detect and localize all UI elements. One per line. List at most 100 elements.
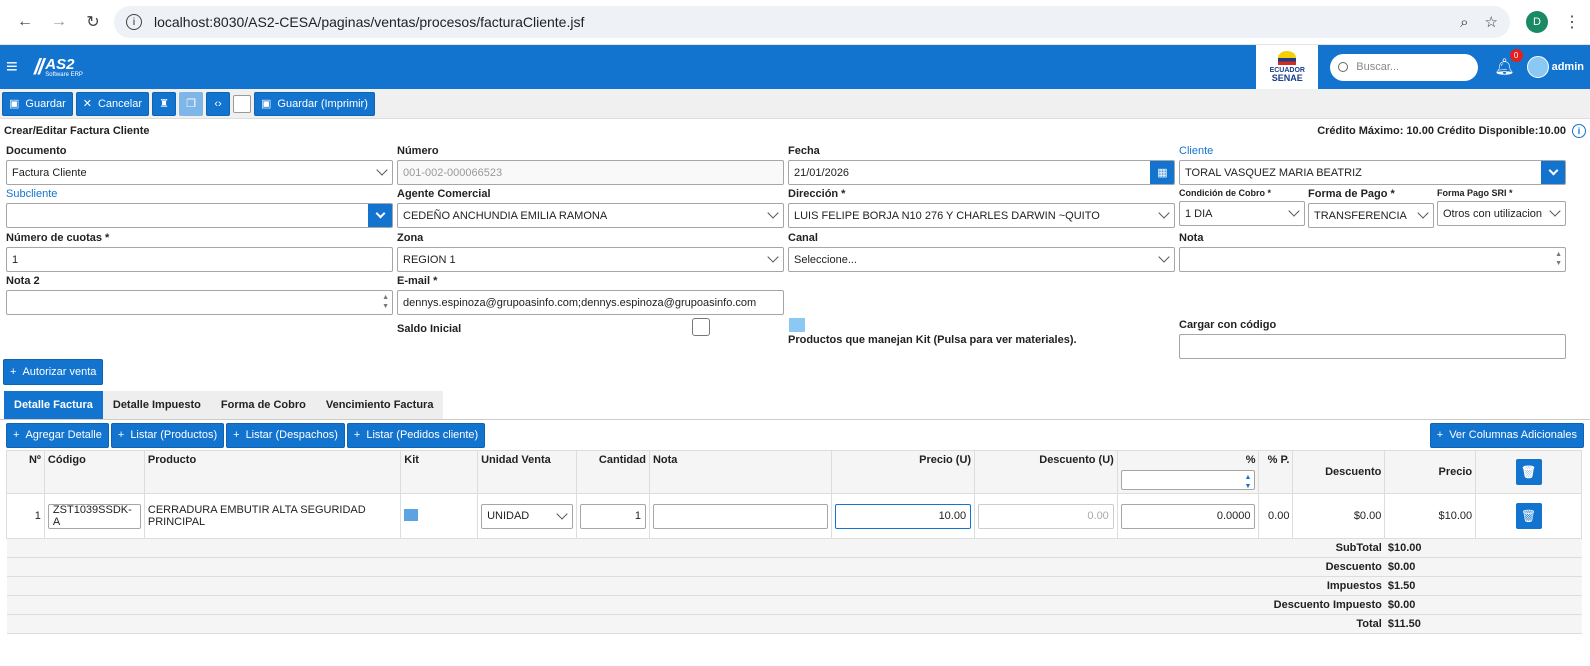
forma-sri-field: Forma Pago SRI * Otros con utilizacion xyxy=(1437,188,1566,226)
ecuador-seal-icon xyxy=(1278,51,1297,65)
ver-columnas-button[interactable]: + Ver Columnas Adicionales xyxy=(1429,422,1584,448)
impuestos-value: $1.50 xyxy=(1384,576,1476,596)
search-placeholder: Buscar... xyxy=(1356,61,1400,73)
zona-select[interactable]: REGION 1 xyxy=(397,247,784,272)
col-unidad: Unidad Venta xyxy=(477,450,578,494)
trash-icon[interactable]: 🗑︎ xyxy=(1515,459,1542,485)
subcliente-label[interactable]: Subcliente xyxy=(6,188,393,200)
pct-header-label: % xyxy=(1245,454,1256,466)
browser-menu-icon[interactable]: ⋮ xyxy=(1562,12,1582,32)
textarea-scroll-icon[interactable]: ▲ ▼ xyxy=(1555,250,1562,268)
back-icon[interactable]: ← xyxy=(8,7,42,37)
canal-select[interactable]: Seleccione... xyxy=(788,247,1175,272)
app-logo[interactable]: // AS2 Software ERP xyxy=(34,54,83,80)
credit-info: Crédito Máximo: 10.00 Crédito Disponible… xyxy=(1317,125,1566,137)
zoom-icon[interactable]: ⌕ xyxy=(1460,14,1468,31)
textarea-scroll-icon[interactable]: ▲ ▼ xyxy=(382,293,389,311)
chevron-down-icon xyxy=(556,507,568,520)
email-input[interactable]: dennys.espinoza@grupoasinfo.com;dennys.e… xyxy=(397,290,784,315)
subcliente-field: Subcliente xyxy=(6,188,393,228)
chevron-down-icon xyxy=(1288,205,1300,217)
toolbar-checkbox[interactable] xyxy=(233,94,252,113)
codigo-input[interactable]: ZST1039SSDK-A xyxy=(47,503,141,529)
cargar-codigo-input[interactable] xyxy=(1179,334,1566,359)
cliente-label[interactable]: Cliente xyxy=(1179,145,1566,157)
save-button[interactable]: ▣ Guardar xyxy=(2,91,73,116)
forma-sri-select[interactable]: Otros con utilizacion xyxy=(1437,201,1566,226)
total-value: $11.50 xyxy=(1384,614,1476,634)
save-print-button[interactable]: ▣ Guardar (Imprimir) xyxy=(254,91,375,116)
chevron-down-icon xyxy=(376,164,388,176)
agente-select[interactable]: CEDEÑO ANCHUNDIA EMILIA RAMONA xyxy=(397,203,784,228)
saldo-inicial-field: Saldo Inicial xyxy=(397,323,597,338)
unidad-select[interactable]: UNIDAD xyxy=(481,503,574,529)
chevron-down-icon xyxy=(1417,207,1429,219)
subcliente-autocomplete[interactable] xyxy=(6,203,393,228)
page-title-bar: Crear/Editar Factura Cliente Crédito Máx… xyxy=(0,119,1590,143)
total-row-descuento-impuesto: Descuento Impuesto $0.00 xyxy=(6,595,1582,615)
direccion-select[interactable]: LUIS FELIPE BORJA N10 276 Y CHARLES DARW… xyxy=(788,203,1175,228)
nota-input[interactable] xyxy=(652,503,829,529)
calendar-icon[interactable]: ▦ xyxy=(1150,161,1174,184)
copy-button[interactable]: ❐ xyxy=(179,91,204,116)
condicion-select[interactable]: 1 DIA xyxy=(1179,201,1305,226)
forma-pago-select[interactable]: TRANSFERENCIA xyxy=(1308,203,1434,228)
fecha-input[interactable]: 21/01/2026 ▦ xyxy=(788,160,1175,185)
dropdown-button[interactable] xyxy=(368,204,392,227)
col-producto: Producto xyxy=(143,450,402,494)
hamburger-menu-icon[interactable]: ≡ xyxy=(6,56,28,79)
saldo-inicial-checkbox[interactable] xyxy=(692,318,710,336)
tab-forma-cobro[interactable]: Forma de Cobro xyxy=(210,391,316,419)
tab-detalle-impuesto[interactable]: Detalle Impuesto xyxy=(102,391,211,419)
nota2-textarea[interactable]: ▲ ▼ xyxy=(6,290,393,315)
reload-icon[interactable]: ↻ xyxy=(76,7,110,37)
tab-detalle-factura[interactable]: Detalle Factura xyxy=(4,391,103,419)
user-avatar[interactable] xyxy=(1526,56,1549,78)
pct-header-input[interactable]: ▲ ▼ xyxy=(1120,470,1256,491)
cancel-button[interactable]: ✕ Cancelar xyxy=(75,91,150,116)
detail-tabs: Detalle Factura Detalle Impuesto Forma d… xyxy=(0,390,1590,420)
descuento-u-input[interactable]: 0.00 xyxy=(978,503,1114,529)
forma-pago-field: Forma de Pago * TRANSFERENCIA xyxy=(1308,188,1434,228)
listar-productos-button[interactable]: + Listar (Productos) xyxy=(110,422,225,448)
cantidad-input[interactable]: 1 xyxy=(580,503,646,529)
kit-legend-swatch[interactable] xyxy=(789,318,805,332)
chevron-down-icon xyxy=(1548,165,1559,176)
tab-vencimiento-factura[interactable]: Vencimiento Factura xyxy=(315,391,444,419)
forward-icon[interactable]: → xyxy=(42,7,76,37)
pct-input[interactable]: 0.0000 xyxy=(1120,503,1256,529)
documento-select[interactable]: Factura Cliente xyxy=(6,160,393,185)
print-sign-button[interactable]: ♜ xyxy=(152,91,177,116)
nota-textarea[interactable]: ▲ ▼ xyxy=(1179,247,1566,272)
pct-spinner-icon[interactable]: ▲ ▼ xyxy=(1245,473,1252,491)
listar-despachos-button[interactable]: + Listar (Despachos) xyxy=(226,422,345,448)
cliente-autocomplete[interactable]: TORAL VASQUEZ MARIA BEATRIZ xyxy=(1179,160,1566,185)
cuotas-input[interactable]: 1 xyxy=(6,247,393,272)
site-info-icon[interactable]: i xyxy=(126,14,142,30)
senae-logo: ECUADOR SENAE xyxy=(1256,45,1319,89)
agregar-detalle-button[interactable]: + Agregar Detalle xyxy=(6,422,109,448)
profile-avatar[interactable]: D xyxy=(1526,11,1548,33)
col-n: Nº xyxy=(6,450,45,494)
info-icon[interactable]: i xyxy=(1572,124,1586,138)
cell-descuento-u: 0.00 xyxy=(974,493,1118,539)
notifications-bell-icon[interactable]: 🔔︎ 0 xyxy=(1494,49,1523,77)
autorizar-venta-button[interactable]: + Autorizar venta xyxy=(3,359,104,385)
nota2-field: Nota 2 ▲ ▼ xyxy=(6,275,393,315)
email-label: E-mail * xyxy=(397,275,438,287)
search-icon xyxy=(1338,62,1349,72)
col-pct: % ▲ ▼ xyxy=(1116,450,1260,494)
dropdown-button[interactable] xyxy=(1541,161,1565,184)
numero-input[interactable]: 001-002-000066523 xyxy=(397,160,784,185)
precio-u-input[interactable]: 10.00 xyxy=(835,503,972,529)
code-button[interactable]: ‹› xyxy=(206,91,231,116)
direccion-label: Dirección * xyxy=(788,188,846,200)
user-name[interactable]: admin xyxy=(1552,61,1584,73)
listar-pedidos-button[interactable]: + Listar (Pedidos cliente) xyxy=(346,422,486,448)
kit-icon[interactable] xyxy=(404,508,419,521)
bookmark-star-icon[interactable]: ☆ xyxy=(1485,13,1498,31)
address-bar[interactable]: i localhost:8030/AS2-CESA/paginas/ventas… xyxy=(114,6,1510,38)
trash-icon[interactable]: 🗑︎ xyxy=(1515,503,1542,529)
plus-icon: + xyxy=(353,429,361,441)
search-input[interactable]: Buscar... xyxy=(1330,53,1479,81)
